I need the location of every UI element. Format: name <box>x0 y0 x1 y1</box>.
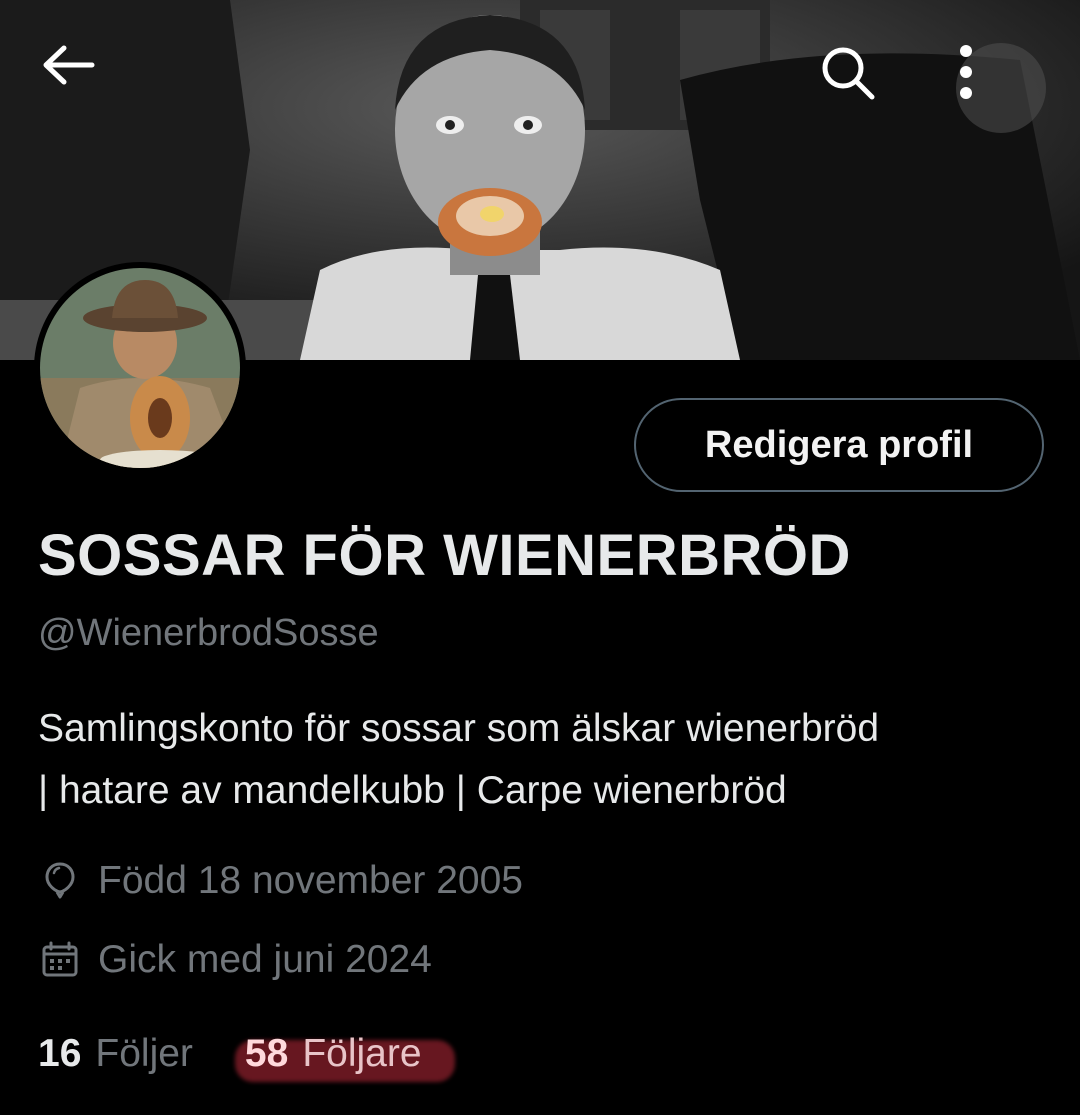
bio: Samlingskonto för sossar som älskar wien… <box>38 698 1048 822</box>
user-handle: @WienerbrodSosse <box>38 612 379 654</box>
more-options-button[interactable] <box>956 43 1046 133</box>
follow-stats: 16 Följer 58 Följare <box>38 1028 455 1082</box>
more-vertical-icon <box>960 45 972 99</box>
edit-profile-button[interactable]: Redigera profil <box>634 398 1044 492</box>
arrow-left-icon <box>43 45 95 85</box>
calendar-icon <box>38 938 82 982</box>
bio-line: Samlingskonto för sossar som älskar wien… <box>38 707 880 750</box>
birthdate-text: Född 18 november 2005 <box>98 859 523 902</box>
profile-avatar[interactable] <box>34 262 246 474</box>
back-button[interactable] <box>40 43 130 133</box>
search-button[interactable] <box>818 43 908 133</box>
search-icon <box>822 47 875 100</box>
following-count: 16 <box>38 1032 82 1075</box>
joined-text: Gick med juni 2024 <box>98 938 432 981</box>
followers-count: 58 <box>244 1032 289 1075</box>
birthdate-row: Född 18 november 2005 <box>38 856 523 906</box>
bio-line: | hatare av mandelkubb | Carpe wienerbrö… <box>38 769 787 812</box>
avatar-photo <box>40 268 240 468</box>
following-label: Följer <box>95 1032 193 1075</box>
joined-row: Gick med juni 2024 <box>38 935 432 985</box>
display-name: SOSSAR FÖR WIENERBRÖD <box>38 523 851 588</box>
followers-link[interactable]: 58 Följare <box>234 1032 455 1082</box>
following-link[interactable]: 16 Följer <box>38 1032 193 1076</box>
followers-label: Följare <box>302 1032 422 1075</box>
balloon-icon <box>38 859 82 903</box>
